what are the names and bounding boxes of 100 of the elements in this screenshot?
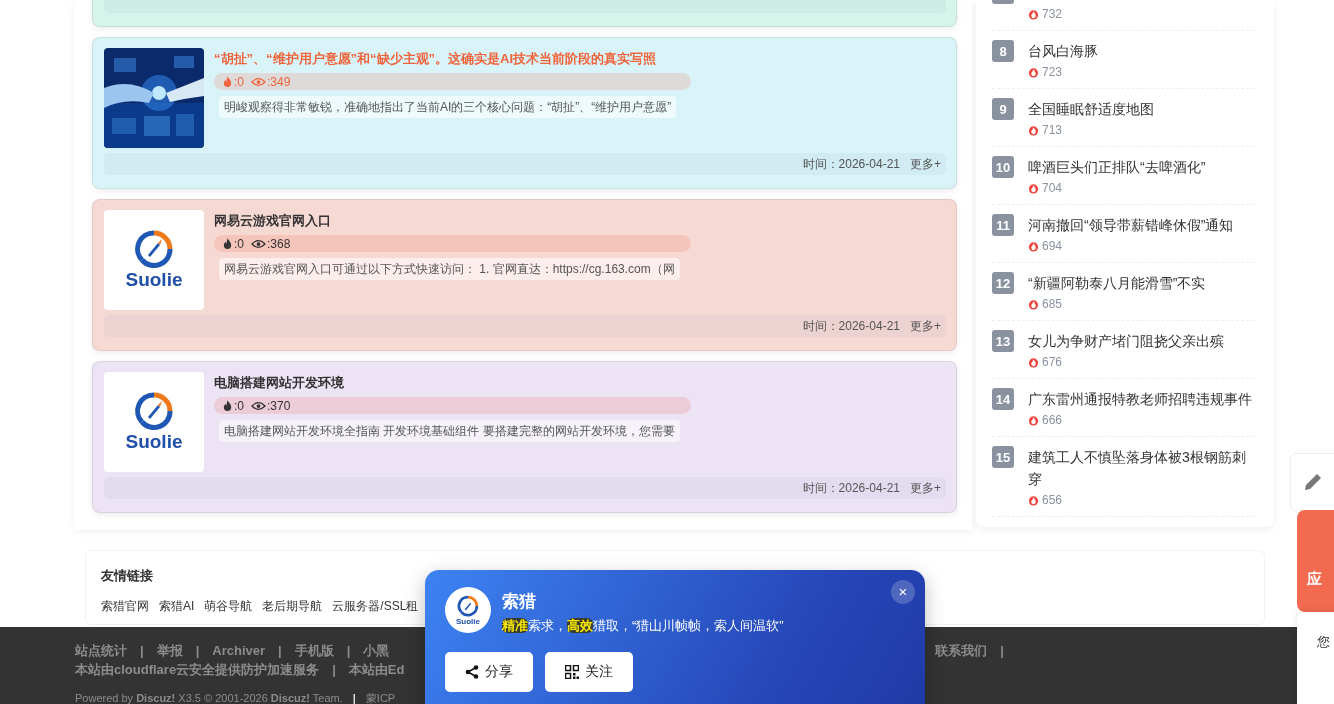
- hot-topic-link[interactable]: 河南撤回“领导带薪错峰休假”通知: [1028, 214, 1254, 236]
- logo-text: Suolie: [125, 269, 183, 291]
- share-button[interactable]: 分享: [445, 652, 533, 692]
- close-button[interactable]: ×: [891, 580, 915, 604]
- footer-link[interactable]: 举报: [156, 641, 183, 660]
- flame-icon: [1028, 182, 1039, 194]
- flame-icon: [1028, 8, 1039, 20]
- heat-count: 685: [1042, 297, 1063, 311]
- view-count: :368: [267, 236, 291, 251]
- separator: |: [140, 642, 144, 660]
- hot-topic-link[interactable]: 台风白海豚: [1028, 40, 1254, 62]
- hot-topic-link[interactable]: 广东雷州通报特教老师招聘违规事件: [1028, 388, 1254, 410]
- edit-button[interactable]: [1290, 453, 1334, 511]
- eye-icon: [251, 238, 266, 249]
- separator: |: [346, 642, 351, 660]
- friend-link[interactable]: 萌谷导航: [204, 598, 253, 615]
- heat-count: 666: [1042, 413, 1063, 427]
- more-link[interactable]: 更多+: [910, 317, 941, 335]
- hot-topic-link[interactable]: 啤酒巨头们正排队“去啤酒化”: [1028, 156, 1254, 178]
- article-excerpt: 明峻观察得非常敏锐，准确地指出了当前AI的三个核心问题：“胡扯”、“维护用户意愿”: [219, 96, 677, 118]
- heat-count: 713: [1042, 123, 1063, 137]
- slogan-text: 精准索求，高效猎取，“猎山川帧帧，索人间温软”: [502, 617, 784, 635]
- footer-link[interactable]: Archiver: [212, 641, 266, 660]
- rank-badge: 13: [992, 330, 1014, 352]
- rank-badge: 14: [992, 388, 1014, 410]
- follow-button[interactable]: 关注: [545, 652, 633, 692]
- flame-icon: [1028, 356, 1039, 368]
- flame-icon: [1028, 240, 1039, 252]
- article-date: 时间：2026-04-21: [802, 155, 900, 173]
- flame-icon: [1028, 494, 1039, 506]
- pencil-icon: [1303, 472, 1323, 492]
- footer-link[interactable]: 站点统计: [75, 641, 127, 660]
- footer-link[interactable]: 联系我们: [935, 641, 988, 660]
- rank-badge: 8: [992, 40, 1014, 62]
- share-icon: [465, 665, 479, 679]
- rank-badge: 12: [992, 272, 1014, 294]
- section-title: 友情链接: [101, 567, 154, 585]
- eye-icon: [251, 400, 266, 411]
- like-count: :0: [234, 74, 244, 89]
- compass-logo-icon: [134, 229, 174, 269]
- separator: |: [352, 691, 356, 704]
- friend-link[interactable]: 索猎AI: [159, 598, 195, 615]
- side-tab-label: 应: [1307, 570, 1322, 587]
- logo-text: Suolie: [125, 431, 183, 453]
- friend-link[interactable]: 老后期导航: [262, 598, 323, 615]
- flame-icon: [222, 400, 233, 411]
- separator: |: [278, 642, 282, 660]
- like-count: :0: [234, 236, 244, 251]
- compass-logo-icon: [134, 391, 174, 431]
- view-count: :370: [267, 398, 291, 413]
- heat-count: 656: [1042, 493, 1063, 507]
- compass-logo-icon: [457, 594, 479, 617]
- heat-count: 723: [1042, 65, 1063, 79]
- footer-link[interactable]: 手机版: [294, 641, 334, 660]
- flame-icon: [222, 238, 233, 249]
- article-card[interactable]: Suolie 网易云游戏官网入口 :0 :368 网易云游戏官网入口可通过以下方式快速访问： 1. 官网直达：https://cg.163.com（网 时间：2026-04-21 更多+: [92, 199, 957, 351]
- footer-link[interactable]: 小黑: [363, 641, 390, 660]
- more-link[interactable]: 更多+: [910, 155, 941, 173]
- hot-topic-link[interactable]: 女儿为争财产堵门阻挠父亲出殡: [1028, 330, 1254, 352]
- friend-link[interactable]: 云服务器/SSL租: [332, 598, 419, 615]
- article-title[interactable]: 网易云游戏官网入口: [214, 213, 331, 229]
- eye-icon: [251, 76, 266, 87]
- friend-link[interactable]: 索猎官网: [101, 598, 149, 615]
- flame-icon: [1028, 66, 1039, 78]
- qr-code-icon: [565, 665, 579, 679]
- flame-icon: [1028, 298, 1039, 310]
- like-count: :0: [234, 398, 244, 413]
- rank-badge: 10: [992, 156, 1014, 178]
- article-card[interactable]: “胡扯”、“维护用户意愿”和“缺少主观”。这确实是AI技术当前阶段的真实写照 :0 :349 明峻观察得非常敏锐，准确地指出了当前AI的三个核心问题：“胡扯”、“维护用户意愿” 时间：2026-04-21 更多+: [92, 37, 957, 189]
- footer-text: Powered by Discuz! X3.5 © 2001-2026 Discuz! Team.: [75, 691, 343, 704]
- flame-icon: [222, 76, 233, 87]
- hot-topic-link[interactable]: “新疆阿勒泰八月能滑雪”不实: [1028, 272, 1254, 294]
- footer-text: 本站由Ed: [348, 661, 405, 679]
- flame-icon: [1028, 414, 1039, 426]
- heat-count: 676: [1042, 355, 1063, 369]
- article-excerpt: 电脑搭建网站开发环境全指南 开发环境基础组件 要搭建完整的网站开发环境，您需要: [219, 420, 680, 442]
- side-panel-text: 您: [1317, 634, 1330, 649]
- heat-count: 694: [1042, 239, 1063, 253]
- logo-text: Suolie: [456, 616, 480, 626]
- footer-text: 本站由cloudflare云安全提供防护加速服务: [75, 661, 320, 679]
- footer-text: 蒙ICP: [365, 691, 396, 704]
- separator: |: [195, 642, 200, 660]
- popup-title: 索猎: [502, 591, 537, 613]
- more-link[interactable]: 更多+: [910, 479, 941, 497]
- article-card[interactable]: Suolie 电脑搭建网站开发环境 :0 :370 电脑搭建网站开发环境全指南 开发环境基础组件 要搭建完整的网站开发环境，您需要 时间：2026-04-21 更多+: [92, 361, 957, 513]
- rank-badge: 9: [992, 98, 1014, 120]
- separator: |: [1000, 642, 1004, 660]
- view-count: :349: [267, 74, 291, 89]
- hot-topic-link[interactable]: 全国睡眠舒适度地图: [1028, 98, 1254, 120]
- hot-topic-link[interactable]: 建筑工人不慎坠落身体被3根钢筋刺穿: [1028, 446, 1254, 490]
- heat-count: 732: [1042, 7, 1063, 21]
- article-date: 时间：2026-04-21: [802, 479, 900, 497]
- article-date: 时间：2026-04-21: [802, 317, 900, 335]
- rank-badge: 11: [992, 214, 1014, 236]
- article-excerpt: 网易云游戏官网入口可通过以下方式快速访问： 1. 官网直达：https://cg.163.com（网: [219, 258, 680, 280]
- article-title[interactable]: 电脑搭建网站开发环境: [214, 375, 344, 391]
- flame-icon: [1028, 124, 1039, 136]
- heat-count: 704: [1042, 181, 1063, 195]
- rank-badge: 15: [992, 446, 1014, 468]
- separator: |: [332, 661, 336, 679]
